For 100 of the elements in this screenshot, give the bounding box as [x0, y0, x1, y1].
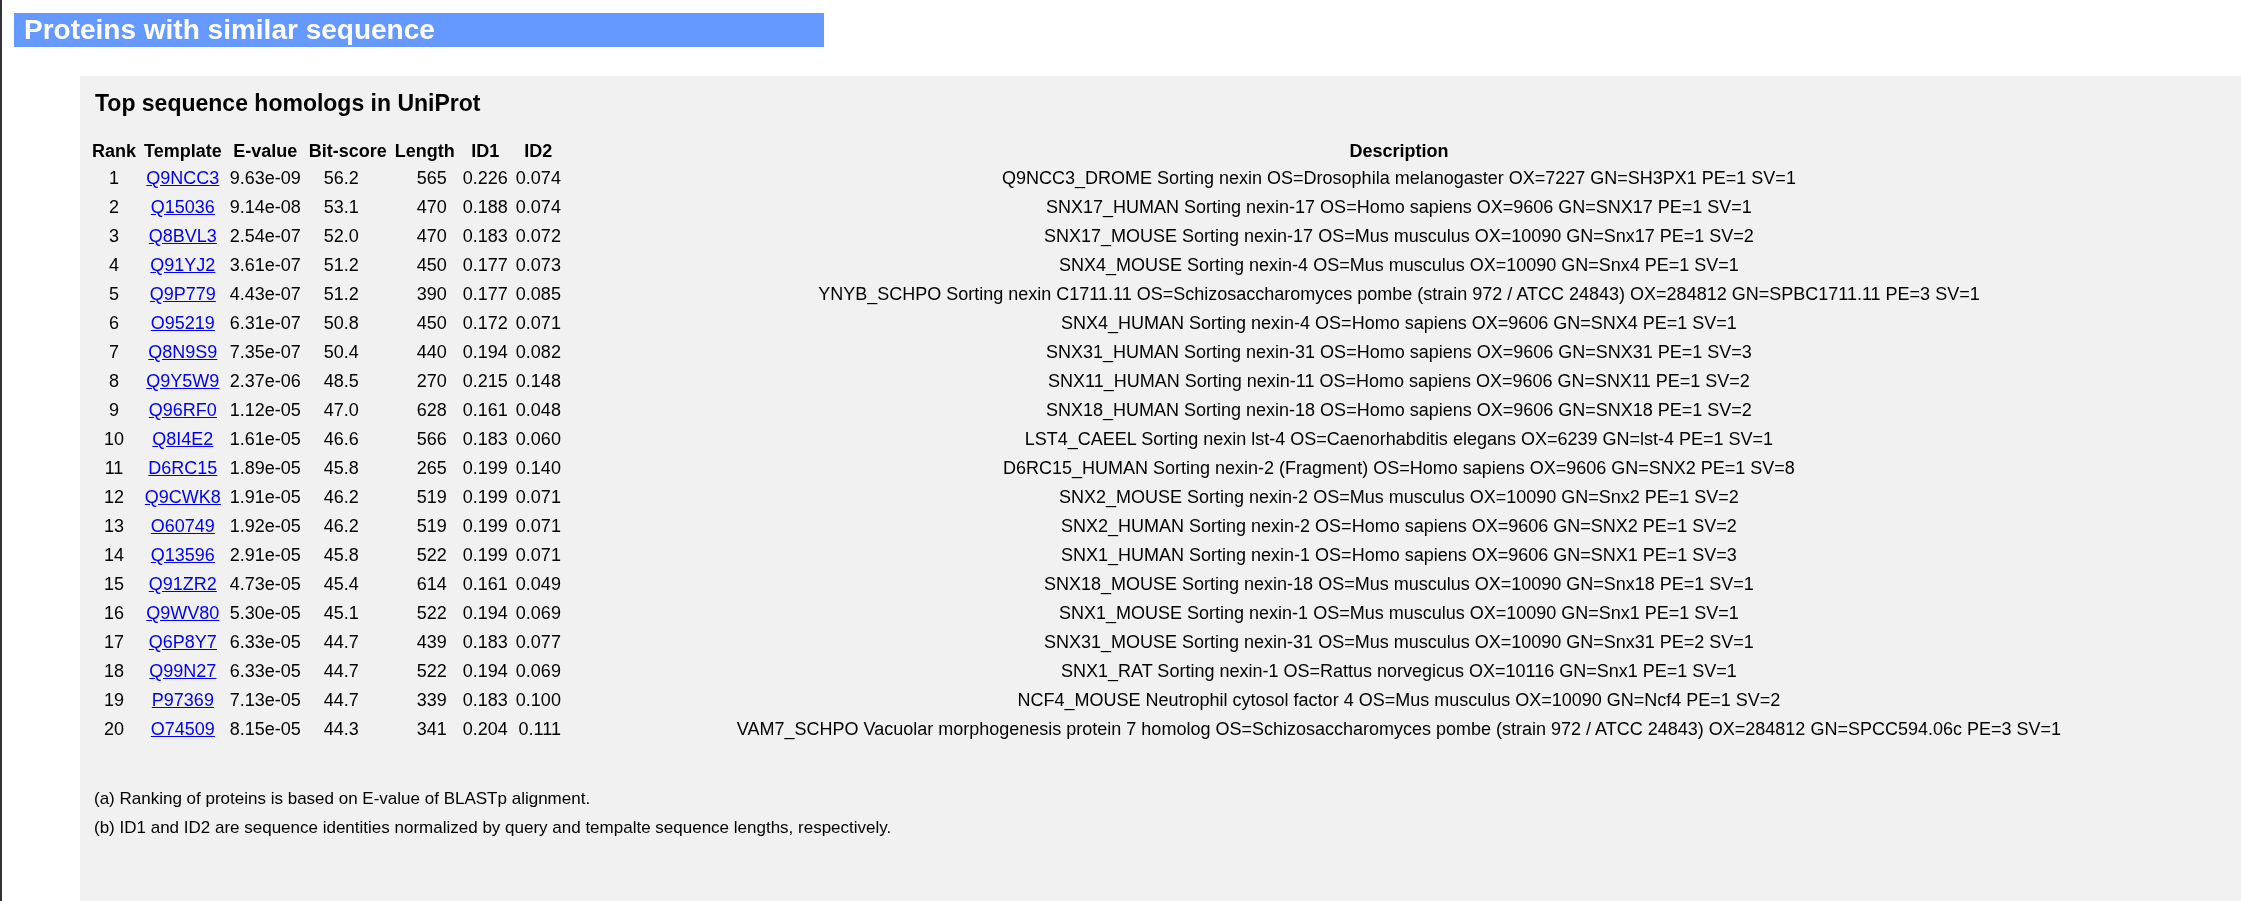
- id2-cell: 0.073: [515, 255, 561, 275]
- bitscore-cell: 46.2: [323, 516, 359, 536]
- bitscore-cell: 52.0: [323, 226, 359, 246]
- template-link[interactable]: Q91ZR2: [148, 574, 217, 594]
- template-link[interactable]: Q91YJ2: [150, 255, 216, 275]
- id1-cell: 0.183: [462, 226, 508, 246]
- column-header: ID1: [470, 140, 501, 163]
- evalue-cell: 2.37e-06: [229, 371, 301, 391]
- template-link[interactable]: P97369: [151, 690, 214, 710]
- footnote: (b) ID1 and ID2 are sequence identities normalized by query and tempalte sequence lengths, respectively.: [94, 817, 893, 839]
- id2-cell: 0.077: [515, 632, 561, 652]
- id2-cell: 0.082: [515, 342, 561, 362]
- template-link[interactable]: D6RC15: [148, 458, 218, 478]
- template-link[interactable]: Q6P8Y7: [148, 632, 217, 652]
- template-link[interactable]: Q9WV80: [146, 603, 220, 623]
- rank-cell: 11: [104, 458, 124, 478]
- length-cell: 614: [416, 574, 447, 594]
- column-header: E-value: [232, 140, 299, 163]
- bitscore-cell: 46.6: [323, 429, 359, 449]
- bitscore-cell: 50.8: [323, 313, 359, 333]
- evalue-cell: 9.63e-09: [229, 168, 301, 188]
- template-link[interactable]: Q8N9S9: [148, 342, 218, 362]
- id1-cell: 0.183: [462, 429, 508, 449]
- rank-cell: 16: [104, 603, 124, 623]
- template-link[interactable]: Q8I4E2: [152, 429, 214, 449]
- column-header: Description: [1348, 140, 1450, 163]
- column-header: ID2: [523, 140, 554, 163]
- bitscore-cell: 45.8: [323, 458, 359, 478]
- rank-cell: 13: [104, 516, 124, 536]
- id2-cell: 0.085: [515, 284, 561, 304]
- template-link[interactable]: Q8BVL3: [148, 226, 217, 246]
- template-link[interactable]: Q9CWK8: [144, 487, 221, 507]
- id1-cell: 0.199: [462, 516, 508, 536]
- id1-cell: 0.199: [462, 487, 508, 507]
- rank-cell: 19: [104, 690, 124, 710]
- description-cell: Q9NCC3_DROME Sorting nexin OS=Drosophila melanogaster OX=7227 GN=SH3PX1 PE=1 SV=1: [1002, 168, 1796, 188]
- template-link[interactable]: Q9P779: [149, 284, 216, 304]
- length-cell: 450: [416, 313, 447, 333]
- rank-cell: 6: [109, 313, 119, 333]
- rank-cell: 1: [109, 168, 119, 188]
- bitscore-cell: 45.4: [323, 574, 359, 594]
- evalue-cell: 6.33e-05: [229, 632, 301, 652]
- bitscore-cell: 45.8: [323, 545, 359, 565]
- length-cell: 341: [416, 719, 447, 739]
- description-cell: SNX4_HUMAN Sorting nexin-4 OS=Homo sapiens OX=9606 GN=SNX4 PE=1 SV=1: [1061, 313, 1737, 333]
- length-cell: 522: [416, 661, 447, 681]
- template-link[interactable]: Q9NCC3: [146, 168, 220, 188]
- description-cell: SNX11_HUMAN Sorting nexin-11 OS=Homo sapiens OX=9606 GN=SNX11 PE=1 SV=2: [1048, 371, 1750, 391]
- id1-cell: 0.161: [462, 400, 508, 420]
- id2-cell: 0.071: [515, 516, 561, 536]
- length-cell: 270: [416, 371, 447, 391]
- length-cell: 265: [416, 458, 447, 478]
- evalue-cell: 3.61e-07: [229, 255, 301, 275]
- section-header: Proteins with similar sequence: [14, 13, 824, 47]
- template-link[interactable]: Q96RF0: [148, 400, 217, 420]
- bitscore-cell: 46.2: [323, 487, 359, 507]
- evalue-cell: 5.30e-05: [229, 603, 301, 623]
- id2-cell: 0.071: [515, 313, 561, 333]
- template-link[interactable]: Q15036: [150, 197, 215, 217]
- rank-cell: 10: [104, 429, 124, 449]
- description-cell: SNX18_MOUSE Sorting nexin-18 OS=Mus musculus OX=10090 GN=Snx18 PE=1 SV=1: [1044, 574, 1754, 594]
- template-link[interactable]: O95219: [150, 313, 215, 333]
- bitscore-cell: 56.2: [323, 168, 359, 188]
- description-cell: SNX18_HUMAN Sorting nexin-18 OS=Homo sapiens OX=9606 GN=SNX18 PE=1 SV=2: [1046, 400, 1752, 420]
- template-link[interactable]: Q99N27: [149, 661, 217, 681]
- id2-cell: 0.069: [515, 603, 561, 623]
- length-cell: 470: [416, 226, 447, 246]
- template-link[interactable]: Q13596: [150, 545, 215, 565]
- id1-cell: 0.183: [462, 690, 508, 710]
- evalue-cell: 4.73e-05: [229, 574, 301, 594]
- bitscore-cell: 48.5: [323, 371, 359, 391]
- id1-cell: 0.177: [462, 255, 508, 275]
- length-cell: 522: [416, 545, 447, 565]
- rank-cell: 5: [109, 284, 119, 304]
- length-cell: 522: [416, 603, 447, 623]
- id2-cell: 0.148: [515, 371, 561, 391]
- bitscore-cell: 44.7: [323, 661, 359, 681]
- length-cell: 519: [416, 487, 447, 507]
- id2-cell: 0.071: [515, 545, 561, 565]
- bitscore-cell: 53.1: [323, 197, 359, 217]
- id1-cell: 0.183: [462, 632, 508, 652]
- evalue-cell: 8.15e-05: [229, 719, 301, 739]
- template-link[interactable]: O60749: [150, 516, 215, 536]
- rank-cell: 15: [104, 574, 124, 594]
- id1-cell: 0.194: [462, 342, 508, 362]
- id1-cell: 0.172: [462, 313, 508, 333]
- rank-cell: 4: [109, 255, 119, 275]
- length-cell: 565: [416, 168, 447, 188]
- column-header: Rank: [91, 140, 137, 163]
- length-cell: 519: [416, 516, 447, 536]
- length-cell: 390: [416, 284, 447, 304]
- template-link[interactable]: O74509: [150, 719, 215, 739]
- evalue-cell: 1.92e-05: [229, 516, 301, 536]
- id1-cell: 0.161: [462, 574, 508, 594]
- template-link[interactable]: Q9Y5W9: [146, 371, 220, 391]
- length-cell: 450: [416, 255, 447, 275]
- evalue-cell: 4.43e-07: [229, 284, 301, 304]
- length-cell: 566: [416, 429, 447, 449]
- id1-cell: 0.204: [462, 719, 508, 739]
- description-cell: SNX17_HUMAN Sorting nexin-17 OS=Homo sapiens OX=9606 GN=SNX17 PE=1 SV=1: [1046, 197, 1752, 217]
